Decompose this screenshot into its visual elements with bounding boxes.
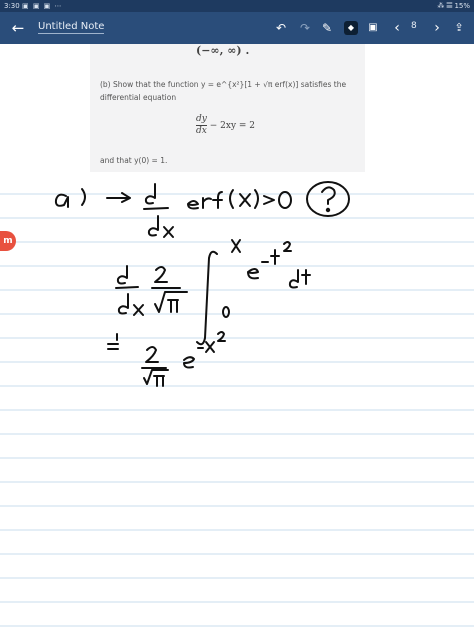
handwriting-ink <box>54 181 350 387</box>
note-title[interactable]: Untitled Note <box>38 21 105 34</box>
notification-icons: ▣ ▣ ▣ ⋯ <box>22 2 63 10</box>
ink-gt <box>263 195 275 205</box>
ink-fraction-bar-2 <box>115 286 139 289</box>
ink-fraction-bar-1 <box>143 207 169 210</box>
ink-close-paren <box>254 189 259 209</box>
ink-equals <box>107 343 119 350</box>
ink-pi-b <box>153 375 165 387</box>
ink-question-dot <box>325 207 331 213</box>
redo-icon[interactable]: ↷ <box>296 18 314 38</box>
ink-d-top <box>144 183 156 205</box>
ink-open-paren <box>229 189 234 209</box>
ink-dx2-bottom <box>117 293 144 316</box>
next-page-icon[interactable]: › <box>428 18 446 38</box>
ink-exp-two-b <box>217 331 226 342</box>
undo-icon[interactable]: ↶ <box>272 18 290 38</box>
ink-t2 <box>301 269 311 285</box>
ink-letter-a <box>54 193 69 208</box>
note-canvas[interactable]: (−∞, ∞) . (b) Show that the function y =… <box>0 44 474 632</box>
ink-arrow <box>106 192 131 203</box>
eraser-icon[interactable]: ◆ <box>344 21 358 35</box>
share-icon[interactable]: ⇪ <box>450 18 468 38</box>
back-arrow-icon[interactable]: ← <box>8 18 28 38</box>
page-number: 8 <box>411 21 417 31</box>
ink-upper-limit <box>231 239 241 253</box>
ink-question <box>321 186 336 205</box>
ink-f <box>212 191 223 209</box>
ink-d <box>288 269 299 289</box>
status-bar: 3:30 ▣ ▣ ▣ ⋯ ⁂ 𝄚 15% <box>0 0 474 12</box>
ink-zero <box>278 191 292 209</box>
ink-paren <box>81 188 86 206</box>
ink-e <box>187 200 199 210</box>
ink-e2 <box>247 268 259 280</box>
ink-r <box>202 197 212 209</box>
insert-image-icon[interactable]: ▣ <box>364 18 382 38</box>
ink-two-b <box>145 346 159 363</box>
pen-icon[interactable]: ✎ <box>318 18 336 38</box>
ink-two <box>154 266 168 283</box>
ink-d2-top <box>116 265 128 285</box>
ink-x-b <box>205 341 215 353</box>
ink-lower-limit <box>222 306 230 318</box>
previous-page-icon[interactable]: ‹ <box>388 18 406 38</box>
ink-integral <box>196 250 218 346</box>
app-bar: ← Untitled Note ↶ ↷ ✎ ◆ ▣ ‹ 8 › ⇪ <box>0 12 474 44</box>
ink-dx-bottom <box>147 215 174 238</box>
battery-indicator: ⁂ 𝄚 15% <box>437 2 470 10</box>
ink-pi <box>167 299 179 313</box>
ink-t <box>270 249 280 265</box>
ink-exp-two <box>283 241 292 252</box>
ink-e3 <box>183 356 195 369</box>
ink-x <box>239 193 251 207</box>
status-time: 3:30 <box>4 2 20 10</box>
